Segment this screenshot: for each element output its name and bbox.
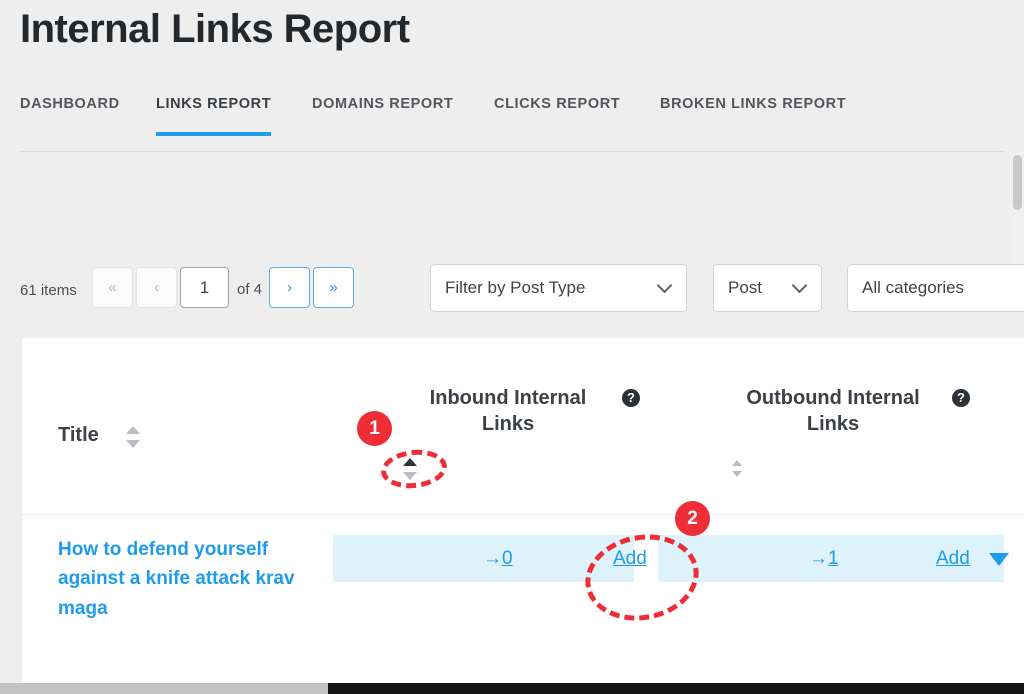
sort-ascending-icon[interactable] [126,426,140,434]
horizontal-scrollbar-thumb[interactable] [0,683,328,694]
sort-descending-icon[interactable] [732,471,742,477]
chevron-down-icon [659,280,672,293]
page-title: Internal Links Report [20,7,410,51]
row-title-link[interactable]: How to defend yourself against a knife a… [58,535,328,623]
table-header-row: Title Inbound Internal Links ? Outbound … [22,338,1024,515]
column-header-outbound-internal-links: Outbound Internal Links [703,386,963,437]
inbound-link-count[interactable]: →0 [483,548,513,570]
sort-ascending-icon[interactable] [732,460,742,466]
tab-clicks-report[interactable]: CLICKS REPORT [494,96,620,132]
report-tabs: DASHBOARD LINKS REPORT DOMAINS REPORT CL… [20,96,1004,152]
outbound-help-icon[interactable]: ? [952,389,970,407]
next-page-button[interactable]: › [269,267,310,308]
category-select-value: All categories [862,278,965,297]
outbound-add-dropdown-caret-icon[interactable] [989,553,1009,566]
post-select[interactable]: Post [713,264,822,312]
table-toolbar: 61 items « ‹ 1 of 4 › » Filter by Post T… [0,262,1024,328]
internal-links-report-page: Internal Links Report DASHBOARD LINKS RE… [0,0,1024,694]
outbound-count-value[interactable]: 1 [828,548,839,569]
tab-domains-report[interactable]: DOMAINS REPORT [312,96,453,132]
left-gutter [0,328,22,683]
inbound-header-line1: Inbound Internal [429,387,587,409]
outbound-link-count[interactable]: →1 [809,548,839,570]
column-header-title: Title [58,424,99,446]
outbound-sort-control[interactable] [732,460,743,484]
tab-links-report[interactable]: LINKS REPORT [156,96,272,136]
outbound-links-cell: →1 Add [658,535,1009,582]
column-header-inbound-internal-links: Inbound Internal Links [388,386,628,437]
page-number-input[interactable]: 1 [180,267,229,308]
vertical-scrollbar-thumb[interactable] [1013,155,1022,210]
tab-dashboard[interactable]: DASHBOARD [20,96,120,132]
inbound-header-line2: Links [481,412,535,435]
outbound-header-line1: Outbound Internal [746,387,920,409]
chevron-down-icon [794,280,807,293]
links-report-table: Title Inbound Internal Links ? Outbound … [22,338,1024,683]
items-count-label: 61 items [20,282,77,299]
annotation-badge-2: 2 [675,501,710,536]
tab-broken-links-report[interactable]: BROKEN LINKS REPORT [660,96,846,132]
post-type-filter-select[interactable]: Filter by Post Type [430,264,687,312]
first-page-button[interactable]: « [92,267,133,308]
table-row: How to defend yourself against a knife a… [22,515,1024,660]
category-select[interactable]: All categories [847,264,1024,312]
title-sort-control[interactable] [126,426,140,456]
prev-page-button[interactable]: ‹ [136,267,177,308]
outbound-header-line2: Links [806,412,860,435]
last-page-button[interactable]: » [313,267,354,308]
outbound-add-link[interactable]: Add [936,548,970,570]
post-type-filter-value: Filter by Post Type [445,278,586,297]
outbound-arrow-icon: → [809,547,828,569]
inbound-arrow-icon: → [483,547,502,569]
annotation-badge-1: 1 [357,411,392,446]
sort-descending-icon[interactable] [126,440,140,448]
page-total-label: of 4 [237,281,263,298]
inbound-help-icon[interactable]: ? [622,389,640,407]
post-select-value: Post [728,278,763,297]
inbound-count-value[interactable]: 0 [502,548,513,569]
